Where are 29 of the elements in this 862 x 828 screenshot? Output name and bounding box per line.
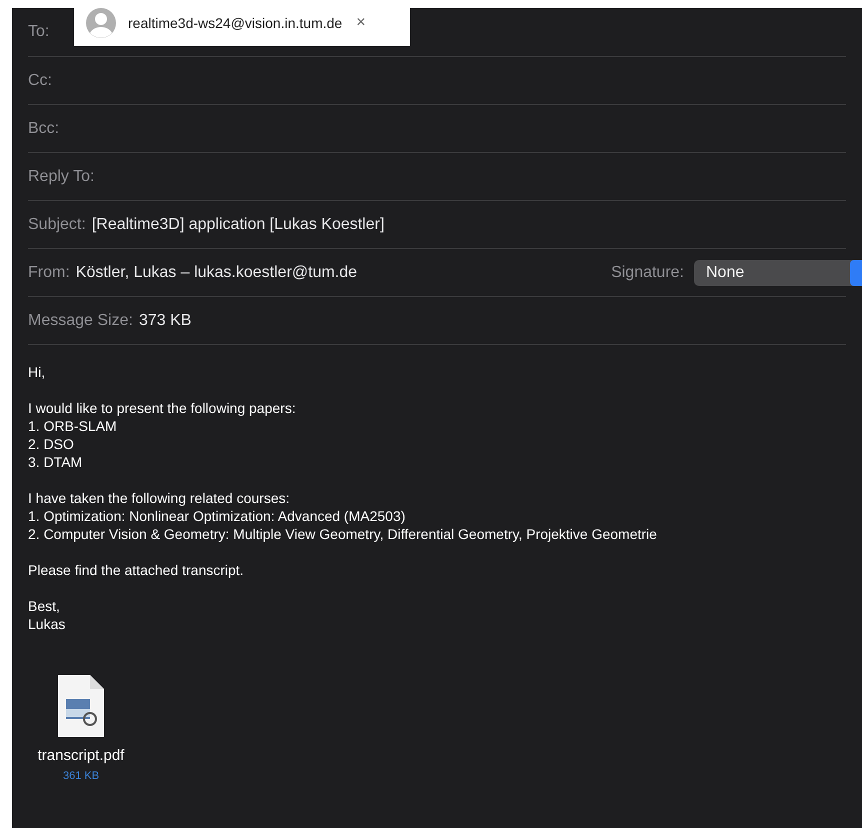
field-label: From: xyxy=(28,262,70,282)
field-label: Reply To: xyxy=(28,166,94,186)
body-text-line: 1. ORB-SLAM xyxy=(28,417,118,435)
signature-label: Signature: xyxy=(611,262,684,282)
recipient-address: realtime3d-ws24@vision.in.tum.de xyxy=(128,14,342,32)
field-value: [Realtime3D] application [Lukas Koestler] xyxy=(92,214,384,234)
field-label: To: xyxy=(28,22,50,42)
field-label: Subject: xyxy=(28,214,86,234)
field-value: 373 KB xyxy=(138,310,192,330)
pdf-file-icon[interactable] xyxy=(56,673,106,739)
body-text-line: 2. DSO xyxy=(28,435,75,453)
body-text-line: 2. Computer Vision & Geometry: Multiple View Geometry, Differential Geometry, Projektive Geometrie xyxy=(28,525,658,543)
avatar-icon xyxy=(86,8,116,38)
body-text-line: Please find the attached transcript. xyxy=(28,561,245,579)
field-value: Köstler, Lukas – lukas.koestler@tum.de xyxy=(76,262,358,282)
signature-select[interactable]: None xyxy=(694,260,862,286)
field-label: Message Size: xyxy=(28,310,133,330)
attachment-size: 361 KB xyxy=(62,768,100,784)
body-text-line: Hi, xyxy=(28,363,46,381)
field-label: Cc: xyxy=(28,70,52,90)
body-text-line: 1. Optimization: Nonlinear Optimization: Advanced (MA2503) xyxy=(28,507,406,525)
remove-recipient-button[interactable]: × xyxy=(356,11,366,35)
body-text-line: Lukas xyxy=(28,615,66,633)
attachment-name: transcript.pdf xyxy=(38,746,124,766)
body-text-line: I would like to present the following papers: xyxy=(28,399,297,417)
field-label: Bcc: xyxy=(28,118,60,138)
body-text-line: 3. DTAM xyxy=(28,453,84,471)
body-text-line: Best, xyxy=(28,597,61,615)
body-text-line: I have taken the following related courses: xyxy=(28,489,290,507)
